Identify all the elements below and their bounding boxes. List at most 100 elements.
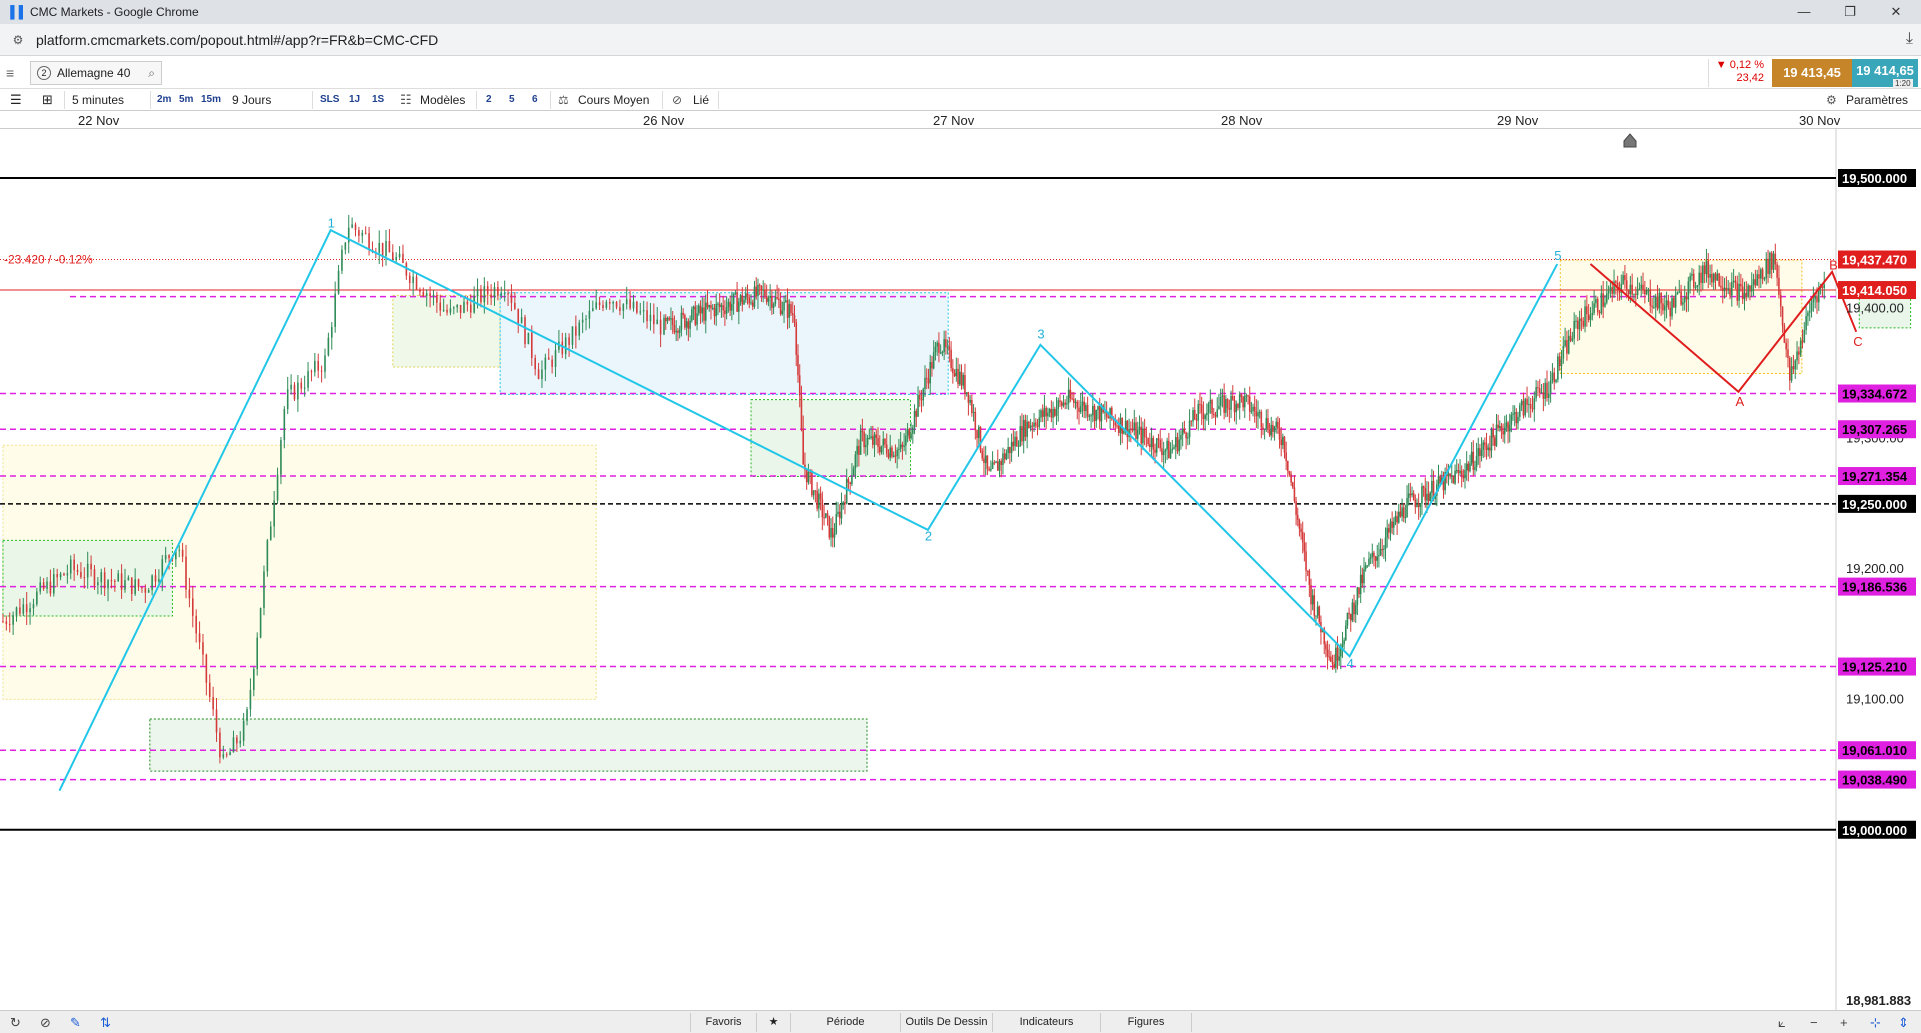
templates-icon[interactable]: ☷ — [400, 92, 412, 108]
url-field[interactable]: platform.cmcmarkets.com/popout.html#/app… — [36, 32, 438, 48]
no-entry-icon[interactable]: ⊘ — [40, 1015, 51, 1031]
candle-body — [602, 305, 604, 308]
candle-body — [1510, 414, 1513, 425]
instrument-tab[interactable]: 2 Allemagne 40 ⌕ — [30, 61, 162, 85]
quick-2m-button[interactable]: 2m — [157, 92, 171, 108]
gear-icon[interactable]: ⚙ — [1826, 92, 1837, 108]
template-2-button[interactable]: 2 — [486, 92, 492, 108]
pencil-icon[interactable]: ✎ — [70, 1015, 81, 1031]
candle-body — [1595, 298, 1597, 304]
candle-body — [1348, 612, 1350, 614]
price-chart[interactable]: -23.420 / -0.12%12345ABC19,400.0019,300.… — [0, 129, 1921, 1010]
range-1s-button[interactable]: 1S — [372, 92, 384, 108]
window-title: CMC Markets - Google Chrome — [30, 5, 199, 19]
candle-body — [1219, 397, 1222, 406]
link-button[interactable]: Lié — [693, 92, 709, 108]
restore-icon[interactable]: ❐ — [1827, 0, 1873, 24]
candle-body — [1296, 514, 1299, 521]
candle-body — [1578, 318, 1581, 330]
candle-body — [1591, 312, 1594, 316]
candle-body — [69, 559, 72, 574]
templates-button[interactable]: Modèles — [420, 92, 465, 108]
range-1j-button[interactable]: 1J — [349, 92, 360, 108]
candle-body — [863, 431, 865, 448]
candle-body — [1524, 398, 1527, 416]
settings-button[interactable]: Paramètres — [1846, 92, 1908, 108]
interval-select[interactable]: 5 minutes — [72, 92, 124, 108]
candle-body — [1181, 428, 1184, 435]
candle-body — [673, 325, 676, 333]
candle-body — [1022, 419, 1025, 442]
zoom-in-icon[interactable]: + — [1840, 1015, 1848, 1030]
crosshair-icon[interactable]: ⊹ — [1870, 1015, 1881, 1031]
candle-body — [246, 709, 248, 721]
fit-icon[interactable]: ⇕ — [1898, 1015, 1909, 1031]
range-sls-button[interactable]: SLS — [320, 92, 339, 108]
candle-body — [1005, 453, 1008, 460]
quick-15m-button[interactable]: 15m — [201, 92, 221, 108]
download-icon[interactable]: ⤓ — [1906, 30, 1913, 48]
chart-list-icon[interactable]: ☰ — [10, 92, 22, 108]
candle-body — [718, 303, 721, 308]
refresh-icon[interactable]: ↻ — [10, 1015, 21, 1031]
candle-body — [188, 589, 191, 599]
candle-body — [1705, 260, 1708, 275]
zoom-out-icon[interactable]: − — [1810, 1015, 1818, 1030]
candle-body — [1071, 398, 1073, 400]
candle-body — [191, 598, 194, 616]
figures-tab[interactable]: Figures — [1100, 1013, 1192, 1032]
hamburger-menu-icon[interactable]: ≡ — [6, 65, 22, 81]
candle-body — [1584, 306, 1586, 327]
candle-body — [927, 378, 930, 384]
candle-body — [568, 337, 570, 345]
range-select[interactable]: 9 Jours — [232, 92, 271, 108]
red-level-tag: 19,437.470 — [1842, 253, 1907, 268]
candle-body — [1721, 287, 1724, 292]
candle-body — [952, 368, 954, 374]
candle-body — [1143, 428, 1146, 437]
candle-body — [743, 299, 745, 305]
template-5-button[interactable]: 5 — [509, 92, 515, 108]
instrument-name: Allemagne 40 — [57, 66, 131, 80]
candle-body — [722, 305, 724, 311]
candle-body — [1571, 338, 1574, 341]
minimize-icon[interactable]: — — [1781, 0, 1827, 24]
search-icon[interactable]: ⌕ — [148, 66, 155, 81]
quick-5m-button[interactable]: 5m — [179, 92, 193, 108]
candle-body — [663, 317, 665, 335]
candle-body — [1188, 420, 1191, 438]
period-tab[interactable]: Période — [790, 1013, 900, 1032]
candle-body — [1176, 437, 1179, 452]
candle-body — [1211, 399, 1213, 414]
close-icon[interactable]: ✕ — [1873, 0, 1919, 24]
candle-body — [198, 633, 201, 643]
sell-price-button[interactable]: 19 413,45 — [1772, 59, 1852, 87]
candle-body — [1185, 432, 1187, 439]
favorites-tab[interactable]: Favoris — [690, 1013, 756, 1032]
candle-body — [1223, 395, 1225, 413]
template-6-button[interactable]: 6 — [532, 92, 538, 108]
candle-body — [466, 301, 469, 305]
candle-body — [969, 399, 971, 403]
candle-body — [1607, 291, 1610, 294]
candle-body — [1088, 415, 1091, 417]
drawing-tools-tab[interactable]: Outils De Dessin — [900, 1013, 992, 1032]
candle-body — [962, 375, 965, 386]
site-settings-icon[interactable]: ⚙ — [10, 32, 26, 48]
candle-body — [337, 270, 340, 294]
candle-body — [22, 604, 25, 614]
arrows-icon[interactable]: ⇅ — [100, 1015, 111, 1031]
crop-icon[interactable]: ⟀ — [1778, 1015, 1786, 1031]
candle-body — [859, 430, 862, 455]
candle-body — [1654, 296, 1657, 308]
star-icon[interactable]: ★ — [756, 1013, 790, 1032]
chart-canvas[interactable]: -23.420 / -0.12%12345ABC19,400.0019,300.… — [0, 129, 1921, 1010]
candle-body — [842, 502, 845, 505]
candle-body — [1240, 394, 1243, 397]
indicators-tab[interactable]: Indicateurs — [992, 1013, 1100, 1032]
candle-body — [868, 437, 871, 439]
layout-grid-icon[interactable]: ⊞ — [42, 92, 53, 108]
price-type-select[interactable]: Cours Moyen — [578, 92, 649, 108]
candle-body — [1649, 290, 1652, 306]
candle-body — [1131, 429, 1134, 431]
